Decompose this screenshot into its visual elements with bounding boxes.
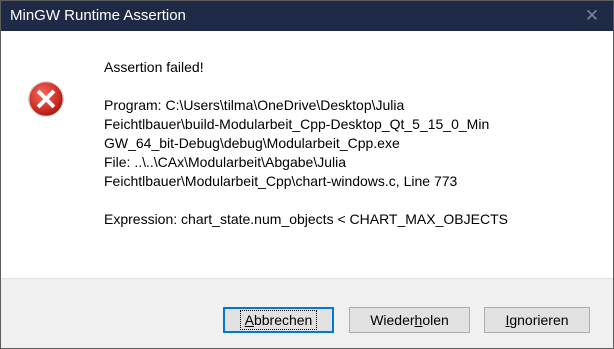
abort-button[interactable]: Abbrechen — [223, 307, 334, 333]
expression-line: Expression: chart_state.num_objects < CH… — [104, 211, 508, 227]
mnemonic: A — [244, 312, 254, 328]
window-title: MinGW Runtime Assertion — [10, 7, 186, 24]
assertion-message: Assertion failed! Program: C:\Users\tilm… — [104, 58, 599, 229]
message-heading: Assertion failed! — [104, 59, 204, 75]
ignore-button-label: Ignorieren — [505, 312, 569, 328]
file-path-line: Feichtlbauer\Modularbeit_Cpp\chart-windo… — [104, 173, 458, 189]
program-path-line: Program: C:\Users\tilma\OneDrive\Desktop… — [104, 97, 405, 113]
title-bar[interactable]: MinGW Runtime Assertion ✕ — [1, 1, 613, 31]
abort-button-label: Abbrechen — [239, 310, 318, 330]
file-path-line: File: ..\..\CAx\Modularbeit\Abgabe\Julia — [104, 154, 347, 170]
ignore-button[interactable]: Ignorieren — [484, 307, 590, 333]
program-path-line: GW_64_bit-Debug\debug\Modularbeit_Cpp.ex… — [104, 135, 400, 151]
error-icon — [27, 80, 65, 118]
close-icon[interactable]: ✕ — [571, 1, 613, 31]
retry-button-label: Wiederholen — [370, 312, 449, 328]
retry-button[interactable]: Wiederholen — [349, 307, 470, 333]
program-path-line: Feichtlbauer\build-Modularbeit_Cpp-Deskt… — [104, 116, 490, 132]
assertion-dialog: MinGW Runtime Assertion ✕ Assertion fail… — [0, 0, 614, 349]
